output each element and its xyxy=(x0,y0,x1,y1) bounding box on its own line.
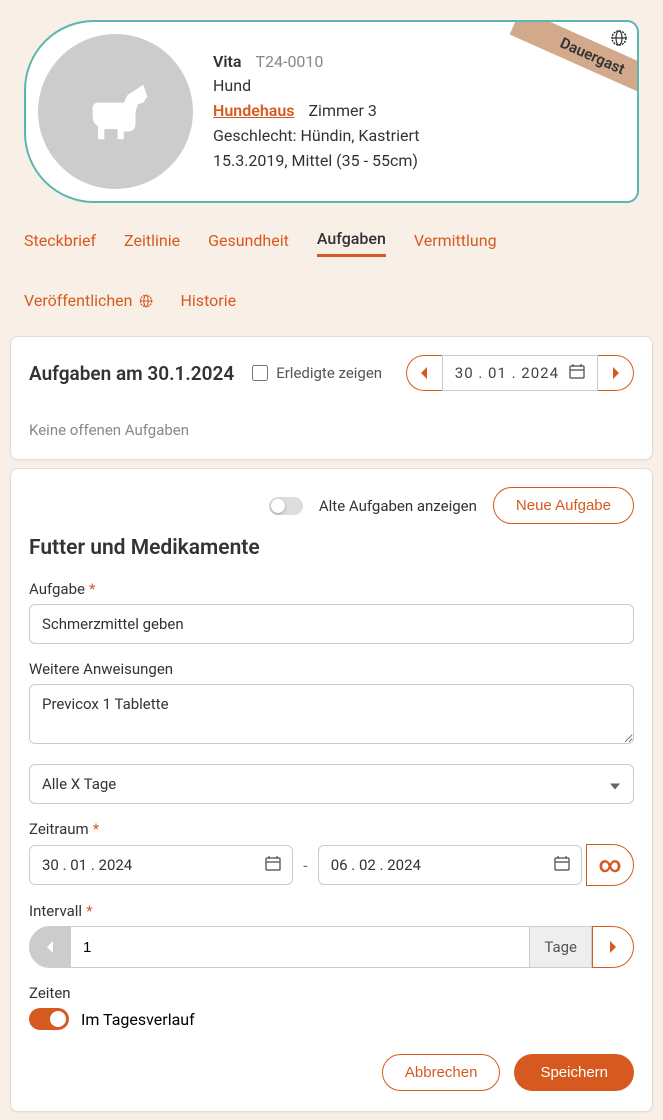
tab-zeitlinie[interactable]: Zeitlinie xyxy=(124,223,180,257)
interval-label: Intervall* xyxy=(29,902,634,920)
old-tasks-toggle[interactable] xyxy=(269,497,303,515)
new-task-button[interactable]: Neue Aufgabe xyxy=(493,487,634,524)
save-button[interactable]: Speichern xyxy=(514,1054,634,1091)
calendar-icon xyxy=(569,363,585,383)
profile-name: Vita xyxy=(213,52,242,71)
task-label: Aufgabe* xyxy=(29,580,634,598)
times-label: Zeiten xyxy=(29,984,634,1002)
globe-icon xyxy=(139,294,153,308)
section-title: Futter und Medikamente xyxy=(29,536,634,560)
infinity-button[interactable]: ∞ xyxy=(586,844,634,886)
form-card: Alte Aufgaben anzeigen Neue Aufgabe Futt… xyxy=(10,468,653,1112)
during-day-label: Im Tagesverlauf xyxy=(81,1010,195,1029)
period-label: Zeitraum* xyxy=(29,820,634,838)
instructions-label: Weitere Anweisungen xyxy=(29,660,634,678)
during-day-toggle[interactable] xyxy=(29,1008,69,1030)
tab-historie[interactable]: Historie xyxy=(181,285,237,316)
date-range-dash: - xyxy=(303,856,307,875)
tab-steckbrief[interactable]: Steckbrief xyxy=(24,223,96,257)
date-display[interactable]: 30 . 01 . 2024 xyxy=(442,355,598,391)
profile-species: Hund xyxy=(213,74,621,99)
tabs: Steckbrief Zeitlinie Gesundheit Aufgaben… xyxy=(0,219,663,328)
tasks-title: Aufgaben am 30.1.2024 xyxy=(29,362,234,385)
interval-increment-button[interactable] xyxy=(592,926,634,968)
birth-line: 15.3.2019, Mittel (35 - 55cm) xyxy=(213,149,621,174)
interval-decrement-button[interactable] xyxy=(29,926,71,968)
dog-icon xyxy=(77,73,155,151)
globe-icon[interactable] xyxy=(611,30,627,50)
profile-card: Vita T24-0010 Hund Hundehaus Zimmer 3 Ge… xyxy=(24,20,639,203)
task-input[interactable] xyxy=(29,604,634,644)
calendar-icon[interactable] xyxy=(265,855,281,875)
show-done-checkbox[interactable]: Erledigte zeigen xyxy=(252,364,382,382)
date-prev-button[interactable] xyxy=(406,355,442,391)
interval-input[interactable] xyxy=(71,926,529,968)
tasks-card: Aufgaben am 30.1.2024 Erledigte zeigen 3… xyxy=(10,336,653,460)
old-tasks-label: Alte Aufgaben anzeigen xyxy=(319,497,477,515)
date-nav: 30 . 01 . 2024 xyxy=(406,355,634,391)
frequency-select[interactable] xyxy=(29,764,634,804)
profile-info: Vita T24-0010 Hund Hundehaus Zimmer 3 Ge… xyxy=(213,50,621,174)
empty-tasks-text: Keine offenen Aufgaben xyxy=(29,421,634,439)
tab-veroeffentlichen[interactable]: Veröffentlichen xyxy=(24,285,153,316)
profile-id: T24-0010 xyxy=(255,52,323,71)
date-next-button[interactable] xyxy=(598,355,634,391)
room-text: Zimmer 3 xyxy=(308,101,376,120)
date-to-input[interactable] xyxy=(318,845,582,885)
instructions-textarea[interactable] xyxy=(29,684,634,744)
avatar xyxy=(38,34,193,189)
tab-aufgaben[interactable]: Aufgaben xyxy=(317,223,386,257)
date-from-input[interactable] xyxy=(29,845,293,885)
cancel-button[interactable]: Abbrechen xyxy=(382,1054,501,1091)
house-link[interactable]: Hundehaus xyxy=(213,101,295,120)
sex-line: Geschlecht: Hündin, Kastriert xyxy=(213,124,621,149)
tab-vermittlung[interactable]: Vermittlung xyxy=(414,223,497,257)
calendar-icon[interactable] xyxy=(554,855,570,875)
tab-gesundheit[interactable]: Gesundheit xyxy=(208,223,289,257)
interval-unit: Tage xyxy=(529,926,592,968)
